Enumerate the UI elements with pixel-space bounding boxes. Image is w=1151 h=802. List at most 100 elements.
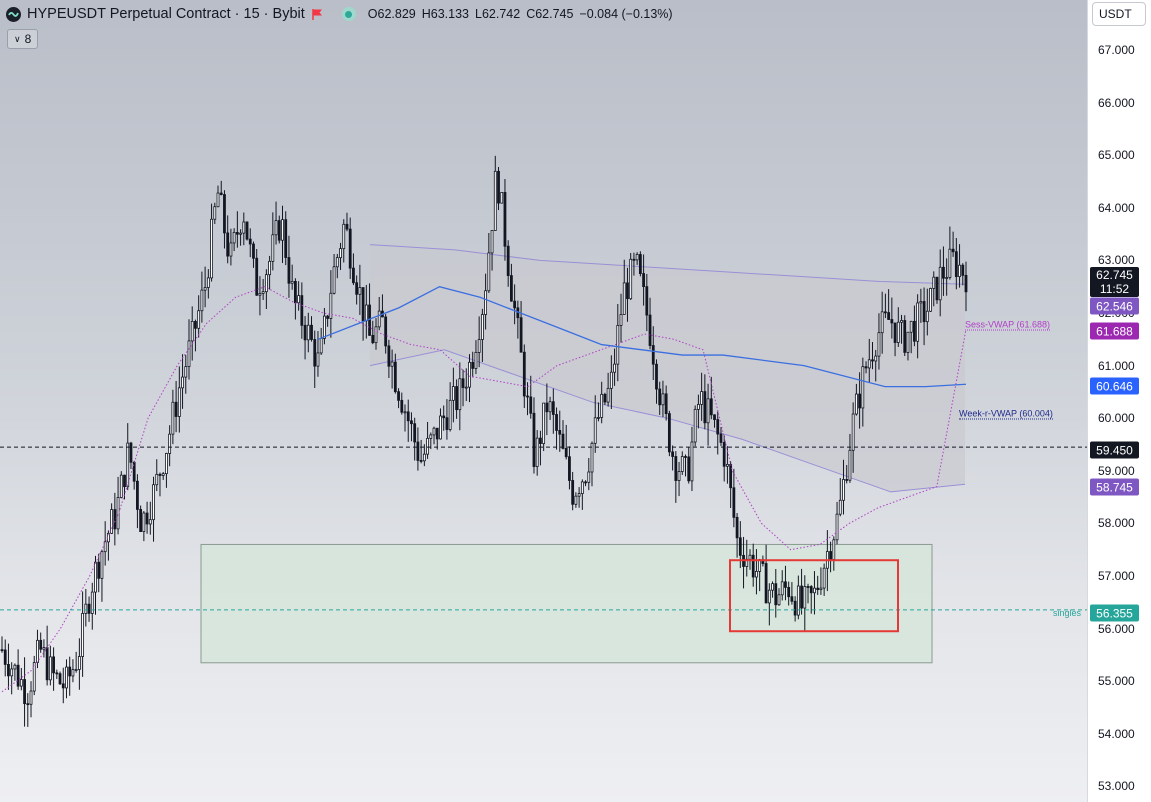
candle-body — [784, 581, 787, 588]
candle-body — [667, 413, 671, 453]
candle-body — [26, 703, 30, 706]
candle-body — [555, 414, 558, 431]
candle-body — [793, 600, 797, 616]
candle-body — [432, 427, 436, 436]
candle-body — [867, 359, 871, 369]
exchange-logo-icon — [6, 6, 21, 22]
candle-body — [239, 232, 242, 235]
singles-tag: 56.355 — [1090, 604, 1139, 622]
ohlc-low: L62.742 — [475, 7, 521, 21]
candle-body — [355, 282, 359, 295]
candle-body — [883, 311, 887, 314]
candle-body — [277, 220, 281, 241]
indicator-collapse-button[interactable]: ∨ 8 — [7, 29, 39, 49]
candle-body — [377, 310, 381, 328]
candle-body — [471, 361, 475, 369]
candle-body — [929, 288, 932, 312]
symbol-title[interactable]: HYPEUSDT Perpetual Contract · 15 · Bybit — [27, 6, 305, 22]
candle-body — [210, 218, 213, 279]
candle-body — [490, 230, 494, 254]
candle-body — [300, 295, 304, 326]
candle-body — [110, 509, 114, 534]
candle-body — [800, 585, 803, 609]
candle-body — [36, 639, 39, 663]
candle-body — [722, 442, 726, 467]
candle-body — [764, 563, 768, 604]
candle-body — [942, 266, 945, 279]
week-vwap-tag: 60.646 — [1090, 377, 1139, 395]
candle-body — [426, 437, 429, 455]
sess-vwap-tag: 61.688 — [1090, 322, 1139, 340]
candle-body — [177, 387, 181, 417]
candle-body — [906, 331, 910, 353]
candle-body — [854, 393, 858, 415]
candle-body — [368, 304, 371, 336]
candle-body — [545, 402, 549, 413]
candle-body — [310, 324, 313, 340]
candle-body — [832, 539, 836, 560]
candle-body — [29, 690, 33, 705]
candle-body — [245, 221, 249, 240]
currency-select[interactable]: USDT — [1092, 2, 1146, 26]
candle-body — [706, 398, 710, 424]
candle-body — [129, 442, 133, 463]
candle-body — [890, 319, 894, 324]
market-status-icon[interactable] — [341, 7, 356, 21]
candle-body — [619, 314, 623, 326]
axis-tick-label: 60.000 — [1098, 411, 1135, 426]
candle-body — [68, 666, 72, 677]
candle-body — [316, 352, 320, 367]
axis-tick-label: 54.000 — [1098, 726, 1135, 741]
candle-body — [184, 366, 188, 378]
candle-body — [142, 512, 146, 533]
candle-body — [248, 238, 252, 245]
candle-body — [816, 587, 820, 591]
candle-body — [600, 393, 604, 418]
candle-body — [439, 415, 442, 440]
candle-body — [690, 441, 694, 482]
candle-body — [10, 668, 14, 677]
candle-body — [497, 170, 500, 204]
candle-body — [419, 460, 423, 462]
candle-body — [597, 417, 600, 419]
candle-body — [945, 277, 949, 279]
candle-body — [384, 316, 388, 347]
candle-body — [442, 415, 446, 419]
candle-body — [290, 280, 294, 284]
candle-body — [416, 441, 420, 461]
candle-body — [206, 277, 210, 288]
candle-body — [284, 219, 288, 258]
candle-body — [603, 393, 607, 403]
candle-body — [361, 287, 365, 322]
candle-body — [168, 433, 172, 454]
candle-body — [532, 412, 536, 467]
candle-body — [813, 587, 816, 594]
axis-tick-label: 67.000 — [1098, 43, 1135, 57]
candle-body — [748, 554, 752, 560]
candle-body — [342, 223, 346, 250]
candle-body — [303, 324, 307, 341]
candle-body — [803, 586, 807, 609]
candle-body — [506, 245, 510, 276]
candle-body — [61, 683, 65, 689]
candle-body — [65, 666, 68, 689]
candle-body — [393, 361, 397, 393]
candle-body — [13, 664, 17, 670]
candle-body — [519, 317, 523, 353]
candle-body — [126, 442, 130, 488]
candle-body — [651, 345, 655, 365]
flag-icon[interactable] — [311, 8, 324, 21]
candle-body — [374, 326, 378, 344]
candle-body — [358, 287, 362, 295]
candle-body — [693, 408, 697, 443]
candle-body — [113, 509, 117, 530]
price-chart[interactable] — [0, 0, 1087, 802]
candle-body — [332, 266, 336, 294]
candle-body — [232, 232, 236, 244]
candle-body — [165, 453, 168, 475]
candle-body — [568, 456, 571, 481]
candle-body — [123, 474, 126, 488]
candle-body — [922, 301, 926, 323]
candle-body — [32, 662, 36, 692]
axis-tick-label: 66.000 — [1098, 95, 1135, 110]
